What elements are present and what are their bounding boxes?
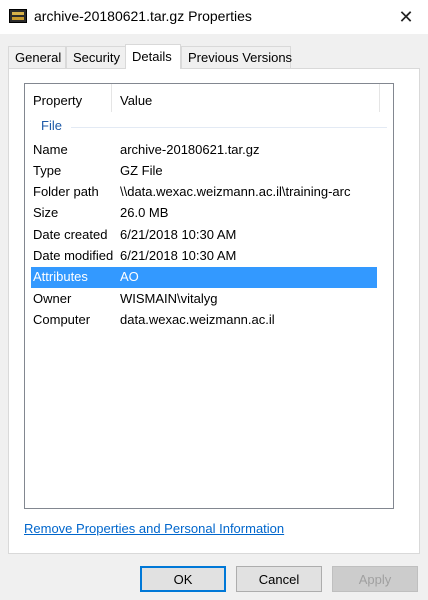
tab-previous-versions[interactable]: Previous Versions	[181, 46, 292, 68]
property-name: Computer	[33, 312, 91, 327]
apply-button[interactable]: Apply	[332, 566, 418, 592]
property-name: Name	[33, 142, 68, 157]
property-name: Date modified	[33, 248, 114, 263]
group-header-file: File	[41, 118, 62, 133]
details-panel: Property Value File Name archive-2018062…	[8, 68, 420, 554]
list-item[interactable]: Name archive-20180621.tar.gz	[25, 140, 393, 161]
property-name: Owner	[33, 291, 72, 306]
property-name: Type	[33, 163, 62, 178]
list-header: Property Value	[25, 84, 393, 116]
ok-button[interactable]: OK	[140, 566, 226, 592]
property-value: 6/21/2018 10:30 AM	[120, 248, 237, 263]
property-list[interactable]: Property Value File Name archive-2018062…	[24, 83, 394, 509]
cancel-button[interactable]: Cancel	[236, 566, 322, 592]
column-divider[interactable]	[379, 84, 380, 112]
property-value: 6/21/2018 10:30 AM	[120, 227, 237, 242]
property-name: Date created	[33, 227, 108, 242]
property-value: WISMAIN\vitalyg	[120, 291, 218, 306]
column-header-property[interactable]: Property	[33, 93, 82, 108]
tab-general[interactable]: General	[8, 46, 66, 68]
list-item-selected[interactable]: Attributes AO	[31, 267, 377, 288]
list-item[interactable]: Computer data.wexac.weizmann.ac.il	[25, 310, 393, 331]
close-button[interactable]: ✕	[384, 0, 428, 34]
property-name: Size	[33, 205, 59, 220]
list-item[interactable]: Date modified 6/21/2018 10:30 AM	[25, 246, 393, 267]
remove-properties-link[interactable]: Remove Properties and Personal Informati…	[24, 521, 284, 536]
property-name: Attributes	[33, 269, 88, 284]
property-value: data.wexac.weizmann.ac.il	[120, 312, 275, 327]
list-item[interactable]: Folder path \\data.wexac.weizmann.ac.il\…	[25, 182, 393, 203]
column-divider[interactable]	[111, 84, 112, 112]
list-item[interactable]: Type GZ File	[25, 161, 393, 182]
list-item[interactable]: Size 26.0 MB	[25, 203, 393, 224]
column-header-value[interactable]: Value	[120, 93, 152, 108]
list-item[interactable]: Date created 6/21/2018 10:30 AM	[25, 225, 393, 246]
archive-icon	[9, 9, 27, 23]
property-value: GZ File	[120, 163, 163, 178]
property-value: archive-20180621.tar.gz	[120, 142, 260, 157]
title-bar: archive-20180621.tar.gz Properties ✕	[0, 0, 428, 34]
property-value: \\data.wexac.weizmann.ac.il\training-arc	[120, 184, 351, 199]
close-icon: ✕	[398, 6, 414, 27]
tab-details[interactable]: Details	[125, 44, 181, 69]
property-value: 26.0 MB	[120, 205, 169, 220]
group-divider	[71, 127, 387, 128]
tab-security[interactable]: Security	[66, 46, 126, 68]
list-item[interactable]: Owner WISMAIN\vitalyg	[25, 289, 393, 310]
property-name: Folder path	[33, 184, 99, 199]
window-title: archive-20180621.tar.gz Properties	[34, 8, 252, 24]
property-value: AO	[120, 269, 139, 284]
